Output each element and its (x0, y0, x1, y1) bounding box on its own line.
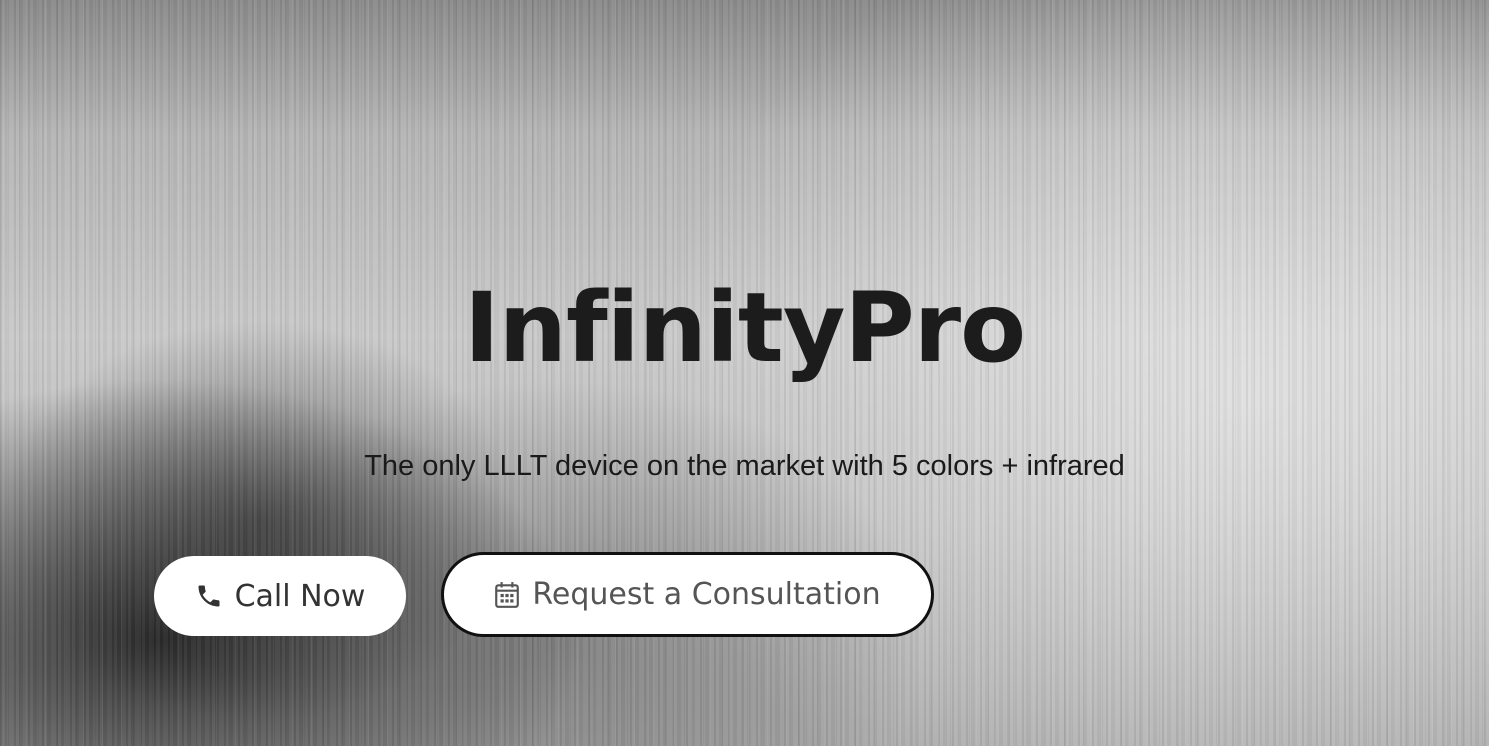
request-consultation-button[interactable]: Request a Consultation (441, 552, 934, 637)
phone-icon (195, 582, 223, 610)
hero-title: InfinityPro (463, 272, 1026, 384)
calendar-icon (494, 581, 520, 609)
hero-subtitle: The only LLLT device on the market with … (364, 450, 1125, 482)
request-consultation-label: Request a Consultation (532, 577, 881, 612)
call-now-label: Call Now (234, 578, 366, 614)
hero-content: InfinityPro The only LLLT device on the … (0, 0, 1489, 746)
call-now-button[interactable]: Call Now (154, 556, 406, 636)
hero-section: InfinityPro The only LLLT device on the … (0, 0, 1489, 746)
